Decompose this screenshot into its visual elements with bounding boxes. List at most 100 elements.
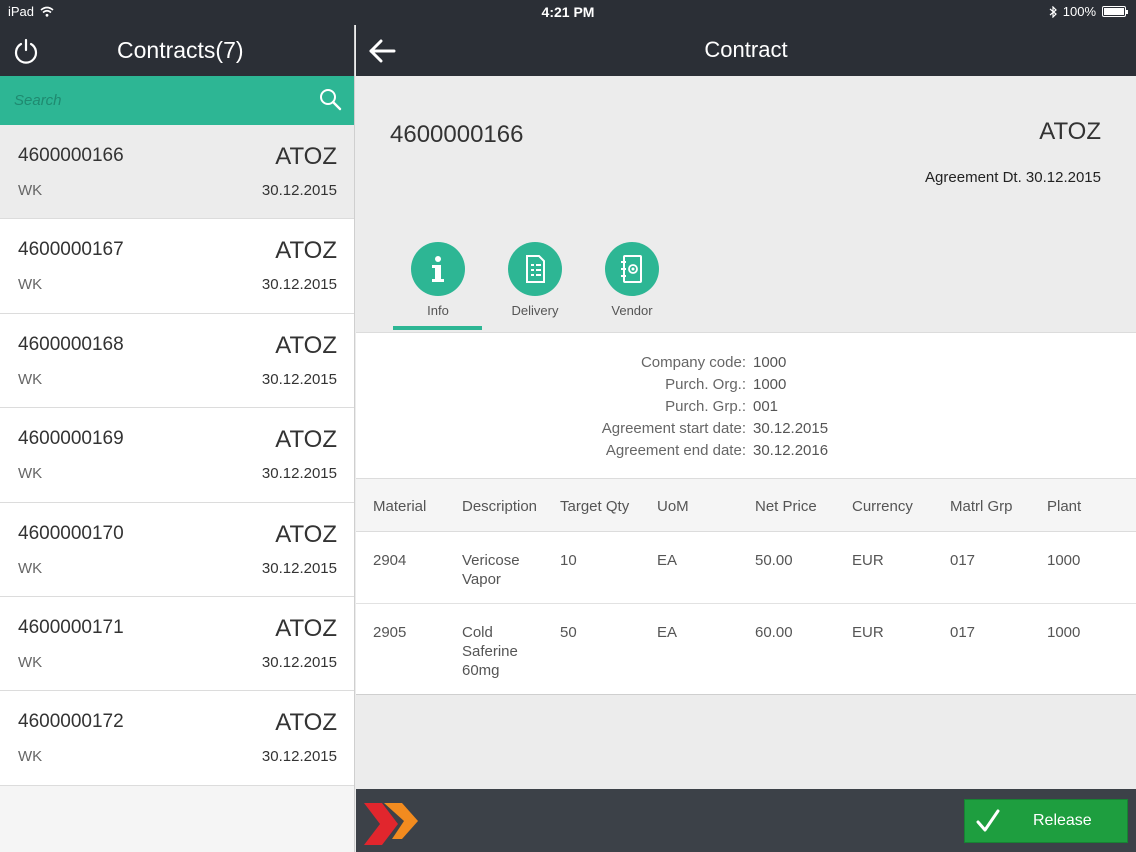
- action-footer: Release: [356, 789, 1136, 852]
- contract-list-item[interactable]: 4600000168 ATOZ WK 30.12.2015: [0, 313, 354, 409]
- contract-vendor: ATOZ: [275, 709, 337, 737]
- cell-target-qty: 50: [560, 624, 577, 641]
- column-header: UoM: [657, 498, 689, 515]
- release-button[interactable]: Release: [964, 799, 1128, 843]
- info-value: 1000: [753, 354, 787, 371]
- contract-list-item[interactable]: 4600000167 ATOZ WK 30.12.2015: [0, 219, 354, 314]
- column-header: Matrl Grp: [950, 498, 1013, 515]
- tab-vendor[interactable]: Vendor: [587, 242, 677, 318]
- cell-net-price: 50.00: [755, 552, 793, 569]
- column-header: Currency: [852, 498, 913, 515]
- search-input[interactable]: [0, 76, 310, 125]
- contract-detail-pane: Contract 4600000166 ATOZ Agreement Dt. 3…: [356, 25, 1136, 852]
- contract-group: WK: [18, 465, 43, 483]
- contract-number: 4600000168: [18, 333, 124, 355]
- info-row: Agreement start date: 30.12.2015: [356, 420, 1136, 442]
- status-time: 4:21 PM: [541, 4, 595, 20]
- contract-number: 4600000171: [18, 616, 124, 638]
- contract-date: 30.12.2015: [261, 653, 337, 671]
- cell-material: 2905: [373, 624, 407, 641]
- contract-list-item[interactable]: 4600000171 ATOZ WK 30.12.2015: [0, 596, 354, 692]
- contract-vendor: ATOZ: [275, 520, 337, 548]
- vendor-contact-book-icon: [621, 255, 642, 283]
- contract-vendor: ATOZ: [275, 614, 337, 642]
- contract-group: WK: [18, 276, 43, 294]
- status-bar: iPad 4:21 PM 100%: [0, 0, 1136, 25]
- contract-number: 4600000167: [18, 239, 124, 261]
- bluetooth-icon: [1049, 5, 1057, 18]
- contract-number: 4600000166: [18, 145, 124, 166]
- info-key: Company code:: [640, 354, 746, 371]
- checkmark-icon: [976, 809, 1000, 832]
- contract-list-item[interactable]: 4600000169 ATOZ WK 30.12.2015: [0, 408, 354, 503]
- contract-list-item[interactable]: 4600000166 ATOZ WK 30.12.2015: [0, 125, 354, 220]
- info-value: 30.12.2016: [753, 442, 829, 459]
- column-header: Net Price: [755, 498, 817, 515]
- contracts-title: Contracts(7): [117, 37, 244, 63]
- column-header: Plant: [1047, 498, 1082, 515]
- contract-list-item[interactable]: 4600000170 ATOZ WK 30.12.2015: [0, 502, 354, 597]
- contract-group: WK: [18, 748, 43, 766]
- contract-summary: 4600000166 ATOZ Agreement Dt. 30.12.2015…: [356, 76, 1136, 332]
- info-row: Company code: 1000: [356, 354, 1136, 376]
- info-key: Purch. Grp.:: [665, 398, 746, 415]
- info-icon: [432, 256, 444, 282]
- active-tab-indicator: [393, 326, 482, 330]
- contract-date: 30.12.2015: [261, 465, 337, 483]
- tab-info[interactable]: Info: [393, 242, 483, 318]
- cell-description: Cold Saferine 60mg: [462, 624, 518, 679]
- column-header: Target Qty: [560, 498, 630, 515]
- contract-group: WK: [18, 559, 43, 577]
- contract-vendor: ATOZ: [275, 237, 337, 265]
- table-header: Material Description Target Qty UoM Net …: [356, 479, 1136, 532]
- tab-info-label: Info: [427, 303, 449, 318]
- info-key: Agreement end date:: [605, 442, 746, 459]
- contract-vendor-heading: ATOZ: [1039, 118, 1101, 145]
- tab-vendor-label: Vendor: [611, 303, 653, 318]
- cell-uom: EA: [657, 552, 678, 569]
- contract-date: 30.12.2015: [261, 276, 337, 294]
- detail-title: Contract: [704, 37, 788, 62]
- battery-icon: [1102, 6, 1128, 17]
- tab-delivery-label: Delivery: [511, 303, 559, 318]
- power-icon[interactable]: [12, 37, 40, 65]
- cell-plant: 1000: [1047, 624, 1081, 641]
- search-icon[interactable]: [318, 87, 342, 111]
- contract-group: WK: [18, 653, 43, 671]
- battery-percent: 100%: [1062, 4, 1096, 19]
- cell-net-price: 60.00: [755, 624, 793, 641]
- info-row: Purch. Grp.: 001: [356, 398, 1136, 420]
- contract-date: 30.12.2015: [261, 370, 337, 388]
- cell-uom: EA: [657, 624, 678, 641]
- info-key: Agreement start date:: [601, 420, 746, 437]
- delivery-document-icon: [526, 255, 545, 283]
- contract-date: 30.12.2015: [261, 748, 337, 766]
- contract-date: 30.12.2015: [261, 559, 337, 577]
- app-logo: [364, 803, 418, 845]
- info-row: Purch. Org.: 1000: [356, 376, 1136, 398]
- agreement-date: Agreement Dt. 30.12.2015: [925, 169, 1101, 186]
- contract-list-item[interactable]: 4600000172 ATOZ WK 30.12.2015: [0, 691, 354, 786]
- info-row: Agreement end date: 30.12.2016: [356, 442, 1136, 464]
- detail-header: Contract: [356, 25, 1136, 76]
- tab-delivery[interactable]: Delivery: [490, 242, 580, 318]
- contract-number: 4600000172: [18, 711, 124, 733]
- cell-target-qty: 10: [560, 552, 577, 569]
- table-row[interactable]: 2905 Cold Saferine 60mg 50 EA 60.00 EUR …: [356, 604, 1136, 694]
- contract-date: 30.12.2015: [261, 182, 337, 199]
- search-bar: [0, 76, 354, 125]
- contract-number: 4600000170: [18, 522, 124, 544]
- cell-matrl-grp: 017: [950, 624, 976, 641]
- column-header: Description: [462, 498, 538, 515]
- contract-vendor: ATOZ: [275, 143, 337, 170]
- info-value: 30.12.2015: [753, 420, 829, 437]
- cell-currency: EUR: [852, 624, 884, 641]
- info-value: 1000: [753, 376, 787, 393]
- table-row[interactable]: 2904 Vericose Vapor 10 EA 50.00 EUR 017 …: [356, 532, 1136, 604]
- contract-vendor: ATOZ: [275, 426, 337, 454]
- cell-description: Vericose Vapor: [462, 552, 520, 588]
- contract-group: WK: [18, 182, 43, 199]
- contracts-header: Contracts(7): [0, 25, 354, 76]
- release-label: Release: [1033, 812, 1092, 829]
- contract-number-heading: 4600000166: [390, 121, 524, 148]
